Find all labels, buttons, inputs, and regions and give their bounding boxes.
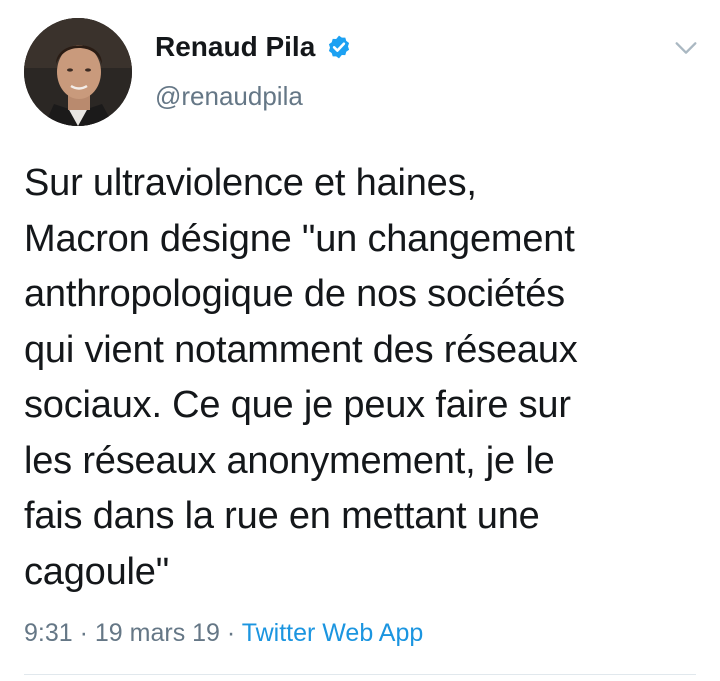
tweet-text: Sur ultraviolence et haines, Macron dési… — [24, 162, 578, 593]
divider — [24, 674, 696, 675]
tweet-source-link[interactable]: Twitter Web App — [242, 619, 424, 647]
chevron-down-icon[interactable] — [672, 34, 700, 62]
tweet-time[interactable]: 9:31 — [24, 619, 73, 647]
avatar-photo — [24, 18, 132, 126]
meta-separator: · — [219, 619, 242, 647]
user-display-name[interactable]: Renaud Pila — [155, 30, 315, 64]
tweet-date[interactable]: 19 mars 19 — [95, 619, 220, 647]
avatar[interactable] — [24, 18, 132, 126]
user-handle[interactable]: @renaudpila — [155, 80, 303, 112]
verified-badge-icon — [328, 35, 350, 59]
tweet-meta: 9:31 · 19 mars 19 · Twitter Web App — [24, 617, 423, 649]
tweet-card: Renaud Pila @renaudpila Sur ultraviolenc… — [0, 0, 720, 681]
meta-separator: · — [72, 619, 95, 647]
